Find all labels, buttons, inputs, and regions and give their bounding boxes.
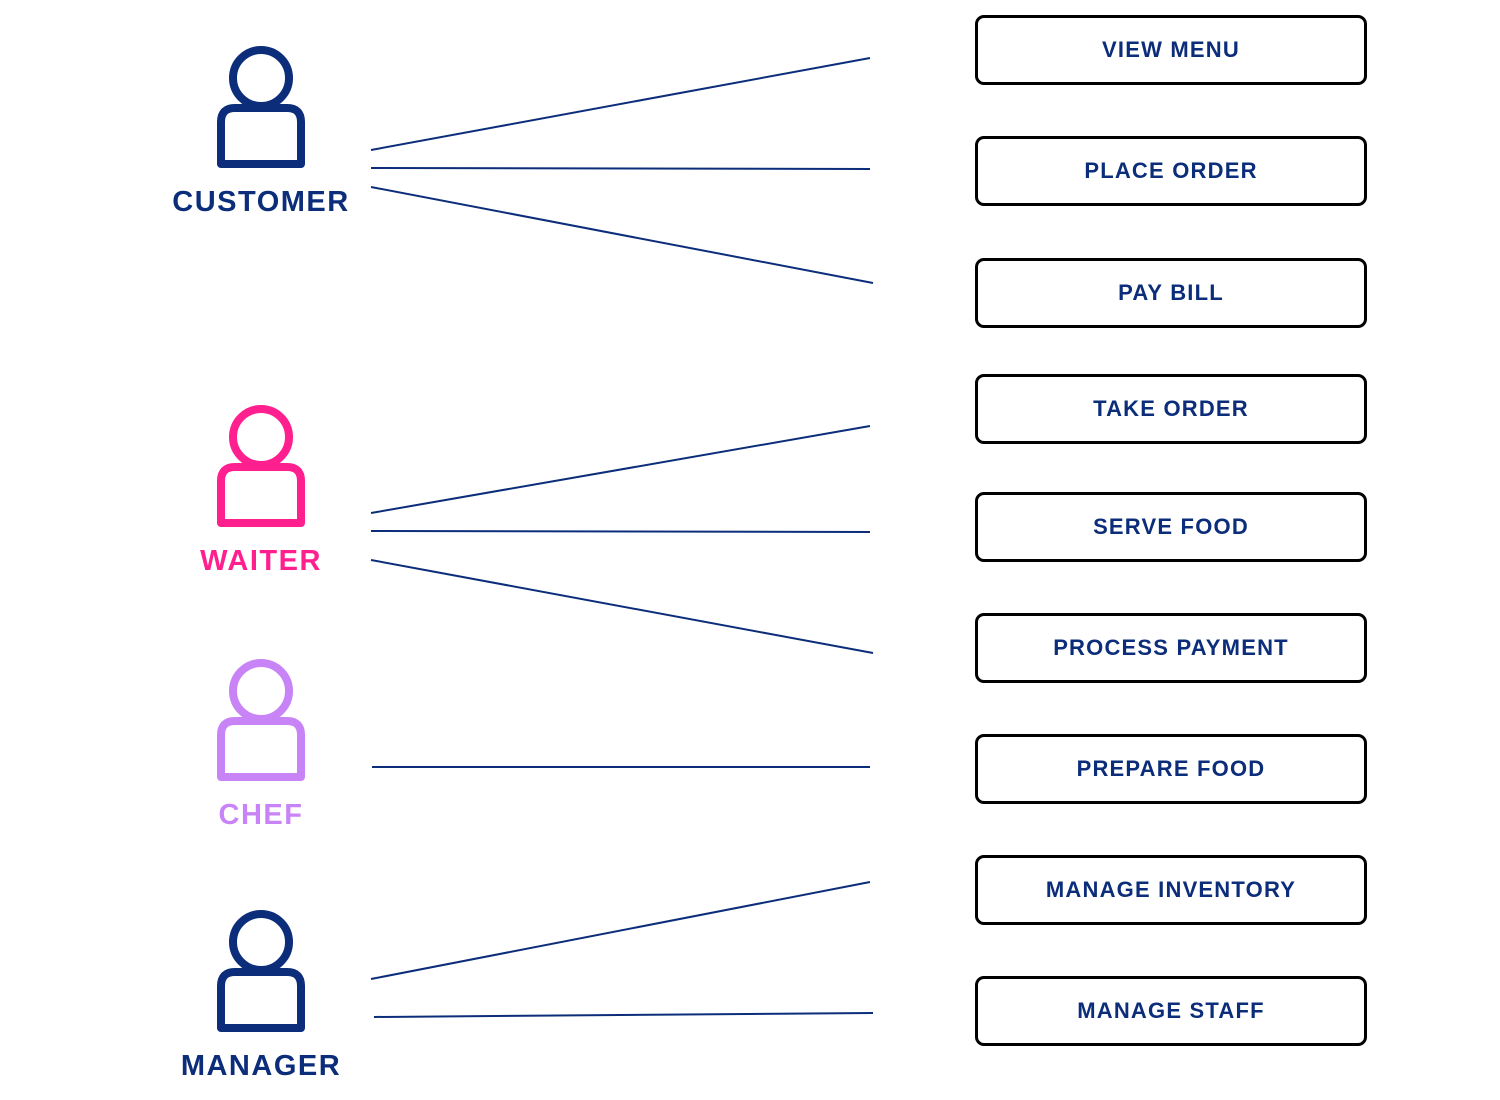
person-icon [217, 910, 305, 1032]
actor-waiter[interactable]: WAITER [151, 405, 371, 578]
usecase-label: TAKE ORDER [1093, 396, 1249, 421]
association-line-customer-view-menu [370, 57, 871, 151]
usecase-prepare-food[interactable]: PREPARE FOOD [975, 734, 1367, 804]
actor-label: WAITER [200, 545, 322, 577]
association-line-manager-manage-staff [373, 1012, 874, 1018]
association-line-manager-manage-inventory [370, 881, 871, 980]
usecase-label: SERVE FOOD [1093, 514, 1249, 539]
usecase-take-order[interactable]: TAKE ORDER [975, 374, 1367, 444]
usecase-label: PAY BILL [1118, 280, 1224, 305]
association-line-waiter-process-payment [370, 559, 874, 654]
usecase-label: PLACE ORDER [1084, 158, 1258, 183]
usecase-label: MANAGE INVENTORY [1045, 877, 1297, 902]
usecase-pay-bill[interactable]: PAY BILL [975, 258, 1367, 328]
usecase-label: PROCESS PAYMENT [1053, 635, 1289, 660]
actor-manager[interactable]: MANAGER [151, 910, 371, 1083]
usecase-manage-staff[interactable]: MANAGE STAFF [975, 976, 1367, 1046]
usecase-label: MANAGE STAFF [1077, 998, 1265, 1023]
usecase-view-menu[interactable]: VIEW MENU [975, 15, 1367, 85]
actor-label: MANAGER [180, 1050, 342, 1082]
usecase-place-order[interactable]: PLACE ORDER [975, 136, 1367, 206]
association-line-customer-place-order [370, 167, 871, 170]
usecase-process-payment[interactable]: PROCESS PAYMENT [975, 613, 1367, 683]
association-line-customer-pay-bill [370, 186, 874, 284]
usecase-manage-inventory[interactable]: MANAGE INVENTORY [975, 855, 1367, 925]
person-icon [217, 46, 305, 168]
actor-chef[interactable]: CHEF [151, 659, 371, 832]
actor-customer[interactable]: CUSTOMER [151, 46, 371, 219]
actor-label: CUSTOMER [172, 186, 350, 218]
association-line-waiter-serve-food [370, 530, 871, 533]
usecase-serve-food[interactable]: SERVE FOOD [975, 492, 1367, 562]
usecase-label: VIEW MENU [1102, 37, 1240, 62]
person-icon [217, 405, 305, 527]
person-icon [217, 659, 305, 781]
actor-label: CHEF [218, 799, 304, 831]
usecase-label: PREPARE FOOD [1076, 756, 1266, 781]
association-line-waiter-take-order [370, 425, 871, 514]
